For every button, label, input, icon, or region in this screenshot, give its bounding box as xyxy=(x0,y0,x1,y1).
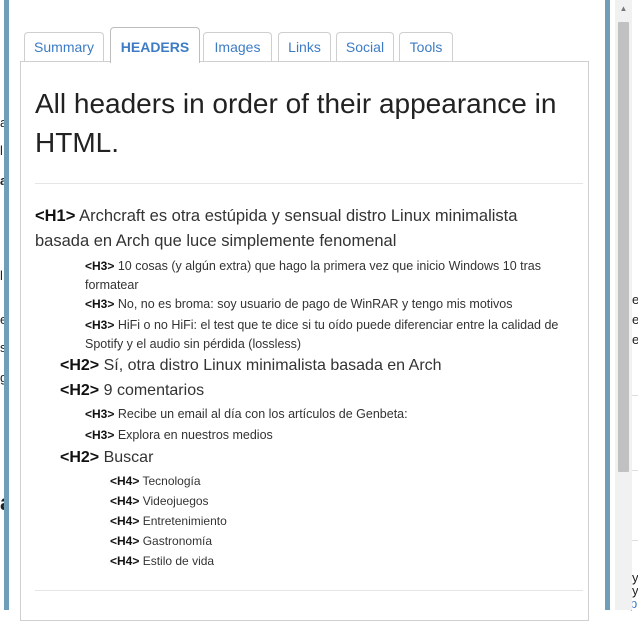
header-item-h4: <H4> Estilo de vida xyxy=(110,552,580,570)
header-text: Gastronomía xyxy=(142,534,213,548)
tab-images[interactable]: Images xyxy=(203,32,272,61)
header-tag: <H4> xyxy=(110,534,140,548)
scroll-up-arrow-icon[interactable]: ▲ xyxy=(615,0,632,17)
page-scrollbar[interactable]: ▲ xyxy=(615,0,632,610)
header-item-h4: <H4> Tecnología xyxy=(110,472,580,490)
bg-text-fragment: l xyxy=(0,268,3,283)
header-item-h2: <H2> Buscar xyxy=(60,447,580,469)
header-tag: <H3> xyxy=(85,428,115,442)
header-tag: <H4> xyxy=(110,554,140,568)
bg-text-fragment: e xyxy=(632,292,638,307)
header-tag: <H1> xyxy=(35,207,76,225)
header-item-h4: <H4> Videojuegos xyxy=(110,492,580,510)
header-tag: <H4> xyxy=(110,474,140,488)
scrollbar-thumb[interactable] xyxy=(618,22,629,472)
header-text: 9 comentarios xyxy=(103,382,205,399)
header-item-h4: <H4> Entretenimiento xyxy=(110,512,580,530)
tab-social[interactable]: Social xyxy=(336,32,394,61)
tab-bar: Summary HEADERS Images Links Social Tool… xyxy=(20,27,600,63)
header-tag: <H4> xyxy=(110,514,140,528)
header-item-h1: <H1> Archcraft es otra estúpida y sensua… xyxy=(35,204,575,254)
bg-text-fragment: l xyxy=(0,143,3,158)
header-item-h3: <H3> 10 cosas (y algún extra) que hago l… xyxy=(85,257,580,295)
bg-text-fragment: e xyxy=(632,332,638,347)
header-item-h3: <H3> No, no es broma: soy usuario de pag… xyxy=(85,295,580,314)
header-tag: <H3> xyxy=(85,297,115,311)
divider xyxy=(35,183,583,184)
tab-tools[interactable]: Tools xyxy=(399,32,453,61)
header-item-h2: <H2> 9 comentarios xyxy=(60,380,580,402)
tab-headers[interactable]: HEADERS xyxy=(110,27,200,63)
header-text: No, no es broma: soy usuario de pago de … xyxy=(117,297,513,311)
page-title: All headers in order of their appearance… xyxy=(35,88,557,158)
tab-summary[interactable]: Summary xyxy=(24,32,104,61)
header-text: HiFi o no HiFi: el test que te dice si t… xyxy=(85,318,559,351)
header-item-h3: <H3> Recibe un email al día con los artí… xyxy=(85,405,580,424)
header-tag: <H2> xyxy=(60,382,100,399)
tab-links[interactable]: Links xyxy=(278,32,331,61)
header-tag: <H2> xyxy=(60,357,100,374)
header-text: Archcraft es otra estúpida y sensual dis… xyxy=(35,207,518,250)
header-text: 10 cosas (y algún extra) que hago la pri… xyxy=(85,259,541,292)
header-item-h4: <H4> Gastronomía xyxy=(110,532,580,550)
header-tag: <H4> xyxy=(110,494,140,508)
header-item-h3: <H3> Explora en nuestros medios xyxy=(85,426,580,445)
bg-text-fragment: e xyxy=(632,312,638,327)
header-text: Sí, otra distro Linux minimalista basada… xyxy=(103,357,442,374)
header-tag: <H2> xyxy=(60,449,100,466)
header-tag: <H3> xyxy=(85,407,115,421)
header-text: Tecnología xyxy=(142,474,201,488)
header-text: Entretenimiento xyxy=(142,514,227,528)
header-tag: <H3> xyxy=(85,259,115,273)
header-text: Videojuegos xyxy=(142,494,209,508)
header-text: Estilo de vida xyxy=(142,554,215,568)
header-text: Buscar xyxy=(103,449,154,466)
header-text: Recibe un email al día con los artículos… xyxy=(117,407,408,421)
header-tag: <H3> xyxy=(85,318,115,332)
header-item-h3: <H3> HiFi o no HiFi: el test que te dice… xyxy=(85,316,580,354)
header-item-h2: <H2> Sí, otra distro Linux minimalista b… xyxy=(60,355,580,377)
header-text: Explora en nuestros medios xyxy=(117,428,273,442)
divider xyxy=(35,590,583,591)
